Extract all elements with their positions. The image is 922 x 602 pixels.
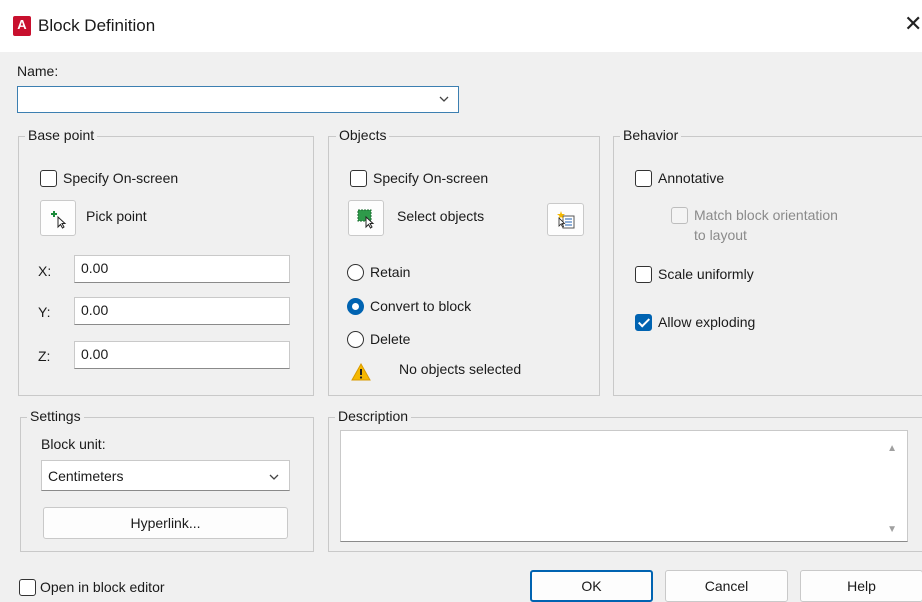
objects-status: No objects selected [399,361,522,377]
retain-radio[interactable] [347,264,364,281]
x-value: 0.00 [81,260,109,276]
help-button[interactable]: Help [800,570,922,602]
block-unit-value: Centimeters [48,468,124,484]
name-combobox[interactable] [17,86,459,113]
quick-select-icon [557,211,575,229]
cancel-button[interactable]: Cancel [665,570,788,602]
convert-to-block-label: Convert to block [370,298,472,314]
scale-uniformly-checkbox[interactable] [635,266,652,283]
annotative-checkbox[interactable] [635,170,652,187]
scroll-up-icon[interactable]: ▲ [887,443,897,454]
settings-title: Settings [27,408,84,424]
y-label: Y: [38,304,51,320]
warning-icon [351,363,371,381]
scroll-down-icon[interactable]: ▼ [887,524,897,535]
ok-button[interactable]: OK [530,570,653,602]
name-label: Name: [17,63,59,79]
y-input[interactable]: 0.00 [74,297,290,325]
allow-exploding-checkbox[interactable] [635,314,652,331]
z-value: 0.00 [81,346,109,362]
description-title: Description [335,408,412,424]
chevron-down-icon [269,474,279,480]
block-unit-select[interactable]: Centimeters [41,460,290,491]
z-label: Z: [38,348,51,364]
z-input[interactable]: 0.00 [74,341,290,369]
match-orientation-label-line2: to layout [694,227,747,243]
block-unit-label: Block unit: [41,436,106,452]
delete-radio[interactable] [347,331,364,348]
retain-label: Retain [370,264,411,280]
quick-select-button[interactable] [547,203,584,236]
select-objects-icon [357,209,375,229]
x-input[interactable]: 0.00 [74,255,290,283]
pick-point-label: Pick point [86,208,147,224]
description-textarea[interactable]: ▲ ▼ [340,430,908,542]
base-point-title: Base point [25,127,98,143]
window-title: Block Definition [38,16,156,35]
match-orientation-checkbox[interactable] [671,207,688,224]
chevron-down-icon[interactable] [438,93,450,105]
scale-uniformly-label: Scale uniformly [658,266,754,282]
select-objects-button[interactable] [348,200,384,236]
close-icon[interactable]: ✕ [904,13,922,35]
allow-exploding-label: Allow exploding [658,314,756,330]
title-bar: A Block Definition ✕ [0,0,922,52]
annotative-label: Annotative [658,170,725,186]
pick-point-button[interactable] [40,200,76,236]
pick-point-icon [51,211,67,229]
hyperlink-button[interactable]: Hyperlink... [43,507,288,539]
objects-specify-onscreen-label: Specify On-screen [373,170,489,186]
y-value: 0.00 [81,302,109,318]
objects-specify-onscreen-checkbox[interactable] [350,170,367,187]
match-orientation-label-line1: Match block orientation [694,207,838,223]
objects-title: Objects [336,127,390,143]
convert-to-block-radio[interactable] [347,298,364,315]
x-label: X: [38,263,52,279]
autocad-logo-icon: A [13,16,31,36]
delete-label: Delete [370,331,411,347]
base-specify-onscreen-checkbox[interactable] [40,170,57,187]
base-specify-onscreen-label: Specify On-screen [63,170,179,186]
open-in-block-editor-checkbox[interactable] [19,579,36,596]
open-in-block-editor-label: Open in block editor [40,579,165,595]
select-objects-label: Select objects [397,208,485,224]
behavior-title: Behavior [620,127,682,143]
